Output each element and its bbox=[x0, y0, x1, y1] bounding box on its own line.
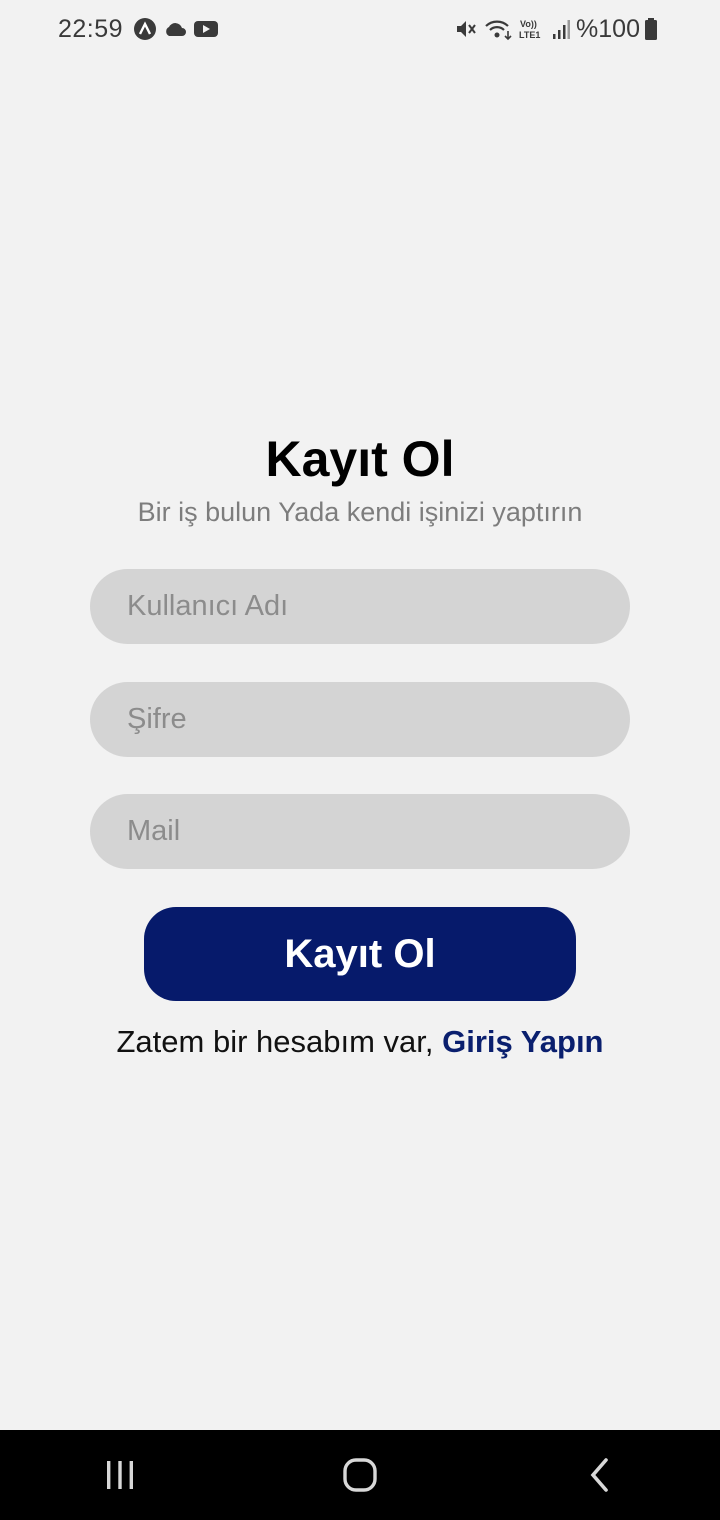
mail-input[interactable] bbox=[90, 794, 630, 869]
register-form: Kayıt Ol Bir iş bulun Yada kendi işinizi… bbox=[0, 0, 720, 1430]
recents-icon[interactable] bbox=[80, 1445, 160, 1505]
navigation-bar bbox=[0, 1430, 720, 1520]
register-screen: 22:59 Vo)) LTE1 %100 Kayıt Ol Bir iş bul… bbox=[0, 0, 720, 1520]
page-subtitle: Bir iş bulun Yada kendi işinizi yaptırın bbox=[137, 497, 583, 527]
login-link[interactable]: Giriş Yapın bbox=[442, 1024, 603, 1059]
login-prompt-row: Zatem bir hesabım var, Giriş Yapın bbox=[0, 1024, 720, 1060]
home-icon[interactable] bbox=[320, 1445, 400, 1505]
back-icon[interactable] bbox=[560, 1445, 640, 1505]
register-button[interactable]: Kayıt Ol bbox=[144, 907, 576, 1001]
page-title: Kayıt Ol bbox=[265, 431, 455, 487]
username-input[interactable] bbox=[90, 569, 630, 644]
login-prompt-text: Zatem bir hesabım var, bbox=[116, 1024, 443, 1059]
password-input[interactable] bbox=[90, 682, 630, 757]
